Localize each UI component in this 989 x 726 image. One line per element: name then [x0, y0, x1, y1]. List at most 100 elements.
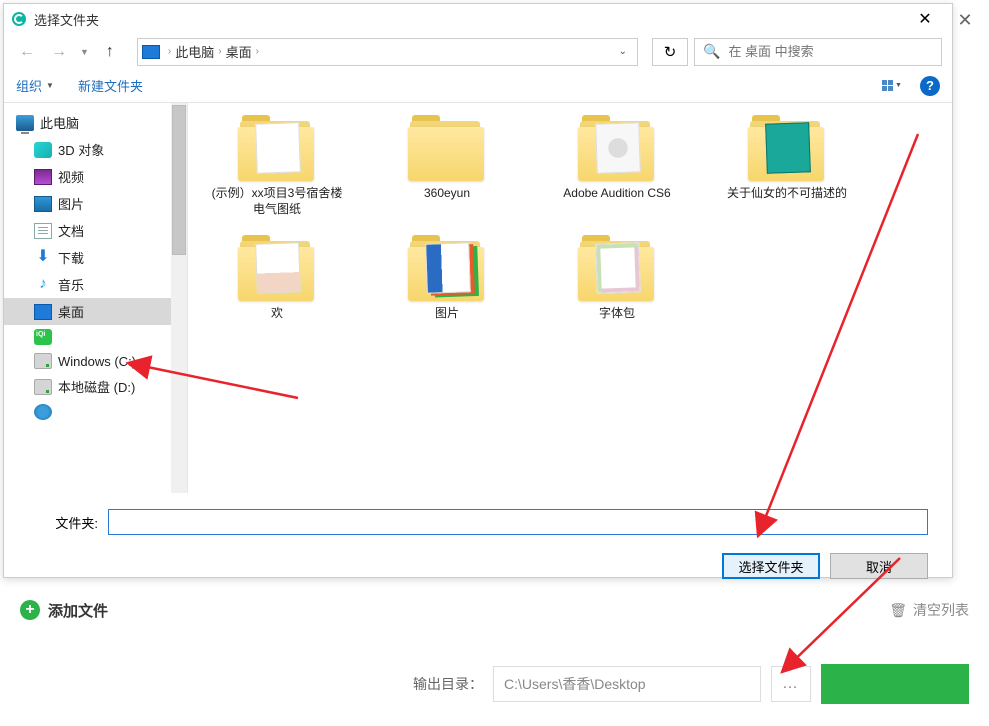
folder-label: 360eyun [424, 185, 470, 201]
folder-label: Adobe Audition CS6 [563, 185, 670, 201]
folder-label: 关于仙女的不可描述的 [727, 185, 847, 201]
sidebar-item-label: 桌面 [58, 302, 84, 321]
view-mode-button[interactable]: ▼ [880, 74, 904, 98]
folder-field-label: 文件夹: [28, 513, 98, 532]
folder-item[interactable]: (示例）xx项目3号宿舍楼电气图纸 [208, 115, 346, 217]
folder-item[interactable]: 图片 [378, 235, 516, 321]
folder-label: 字体包 [599, 305, 635, 321]
drive-icon [34, 379, 52, 395]
search-box[interactable]: 🔍 [694, 38, 942, 66]
chevron-right-icon: › [168, 46, 171, 57]
app-icon [12, 12, 26, 26]
sidebar-tree: 此电脑 3D 对象视频图片文档 ⬇ 下载 ♪ 音乐桌面 Windows (C:) 本地磁盘 (… [4, 103, 188, 493]
sidebar-item-Windows (C:)[interactable]: Windows (C:) [4, 349, 187, 373]
folder-icon [408, 115, 486, 179]
sidebar-item-label: 视频 [58, 167, 84, 186]
folder-item[interactable]: 字体包 [548, 235, 686, 321]
folder-item[interactable]: 360eyun [378, 115, 516, 217]
sidebar-item-文档[interactable]: 文档 [4, 217, 187, 244]
pictures-icon [34, 196, 52, 212]
nav-history-dropdown[interactable]: ▼ [78, 47, 91, 57]
folder-icon [578, 235, 656, 299]
sidebar-item-iqiyi[interactable] [4, 325, 187, 349]
folder-icon [748, 115, 826, 179]
folder-icon [238, 235, 316, 299]
music-icon: ♪ [34, 277, 52, 293]
breadcrumb-current[interactable]: 桌面 [226, 42, 252, 61]
folder-grid: (示例）xx项目3号宿舍楼电气图纸 360eyun Adobe Audition C… [188, 103, 952, 493]
sidebar-item-label: 音乐 [58, 275, 84, 294]
sidebar-item-下载[interactable]: ⬇ 下载 [4, 244, 187, 271]
cancel-button[interactable]: 取消 [830, 553, 928, 579]
net-icon [34, 404, 52, 420]
clear-list-button[interactable]: 🗑 清空列表 [889, 600, 969, 620]
breadcrumb-dropdown[interactable]: ⌄ [613, 46, 633, 57]
sidebar-item-label: 下载 [58, 248, 84, 267]
trash-icon: 🗑 [889, 602, 907, 619]
sidebar-item-label: 文档 [58, 221, 84, 240]
primary-action-button[interactable] [821, 664, 969, 704]
sidebar-item-label: 图片 [58, 194, 84, 213]
search-input[interactable] [728, 44, 933, 59]
add-file-label: 添加文件 [48, 600, 108, 621]
drive-icon [34, 353, 52, 369]
dialog-footer: 文件夹: 选择文件夹 取消 [4, 493, 952, 591]
folder-icon [578, 115, 656, 179]
folder-name-input[interactable] [108, 509, 928, 535]
breadcrumb-bar[interactable]: › 此电脑 › 桌面 › ⌄ [137, 38, 638, 66]
clear-list-label: 清空列表 [913, 600, 969, 620]
sidebar-item-label: 此电脑 [40, 113, 79, 132]
refresh-button[interactable]: ↻ [652, 38, 688, 66]
folder-item[interactable]: Adobe Audition CS6 [548, 115, 686, 217]
toolbar: 组织▼ 新建文件夹 ▼ ? [4, 69, 952, 103]
new-folder-button[interactable]: 新建文件夹 [78, 76, 143, 95]
nav-up-button[interactable]: ↑ [97, 39, 123, 65]
select-folder-button[interactable]: 选择文件夹 [722, 553, 820, 579]
sidebar-item-本地磁盘 (D:)[interactable]: 本地磁盘 (D:) [4, 373, 187, 400]
content-area: 此电脑3D 对象视频图片文档⬇下载♪音乐桌面Windows (C:)本地磁盘 (… [4, 103, 952, 493]
chevron-right-icon: › [256, 46, 259, 57]
video-icon [34, 169, 52, 185]
sidebar-scrollbar[interactable] [171, 103, 187, 493]
sidebar-item-label: Windows (C:) [58, 354, 136, 369]
output-browse-button[interactable]: … [771, 666, 811, 702]
nav-back-button[interactable]: ← [14, 39, 40, 65]
folder-icon [238, 115, 316, 179]
folder-picker-dialog: 选择文件夹 ✕ ← → ▼ ↑ › 此电脑 › 桌面 › ⌄ ↻ 🔍 组织▼ 新… [3, 3, 953, 578]
search-icon: 🔍 [703, 43, 720, 60]
scrollbar-thumb[interactable] [172, 105, 186, 255]
close-button[interactable]: ✕ [902, 4, 948, 34]
folder-icon [408, 235, 486, 299]
sidebar-item-net[interactable] [4, 400, 187, 424]
nav-forward-button[interactable]: → [46, 39, 72, 65]
help-button[interactable]: ? [920, 76, 940, 96]
output-path-input[interactable] [493, 666, 761, 702]
folder-item[interactable]: 欢 [208, 235, 346, 321]
navigation-bar: ← → ▼ ↑ › 此电脑 › 桌面 › ⌄ ↻ 🔍 [4, 34, 952, 69]
background-close-button[interactable]: ✕ [951, 6, 979, 34]
organize-menu[interactable]: 组织▼ [16, 76, 54, 95]
add-file-button[interactable]: + 添加文件 [20, 600, 108, 621]
output-label: 输出目录： [413, 674, 483, 694]
sidebar-item-视频[interactable]: 视频 [4, 163, 187, 190]
sidebar-item-桌面[interactable]: 桌面 [4, 298, 187, 325]
titlebar: 选择文件夹 ✕ [4, 4, 952, 34]
folder-item[interactable]: 关于仙女的不可描述的 [718, 115, 856, 217]
folder-label: (示例）xx项目3号宿舍楼电气图纸 [208, 185, 346, 217]
sidebar-item-图片[interactable]: 图片 [4, 190, 187, 217]
desktop-icon [34, 304, 52, 320]
breadcrumb-root[interactable]: 此电脑 [175, 42, 214, 61]
sidebar-item-此电脑[interactable]: 此电脑 [4, 109, 187, 136]
sidebar-item-音乐[interactable]: ♪ 音乐 [4, 271, 187, 298]
3d-icon [34, 142, 52, 158]
dialog-title: 选择文件夹 [34, 10, 902, 29]
sidebar-item-label: 3D 对象 [58, 140, 104, 159]
sidebar-item-label: 本地磁盘 (D:) [58, 377, 135, 396]
sidebar-item-3D 对象[interactable]: 3D 对象 [4, 136, 187, 163]
pc-icon [16, 115, 34, 131]
docs-icon [34, 223, 52, 239]
folder-label: 欢 [271, 305, 283, 321]
chevron-right-icon: › [218, 46, 221, 57]
lower-toolbar: + 添加文件 🗑 清空列表 [20, 594, 969, 626]
downloads-icon: ⬇ [34, 250, 52, 266]
